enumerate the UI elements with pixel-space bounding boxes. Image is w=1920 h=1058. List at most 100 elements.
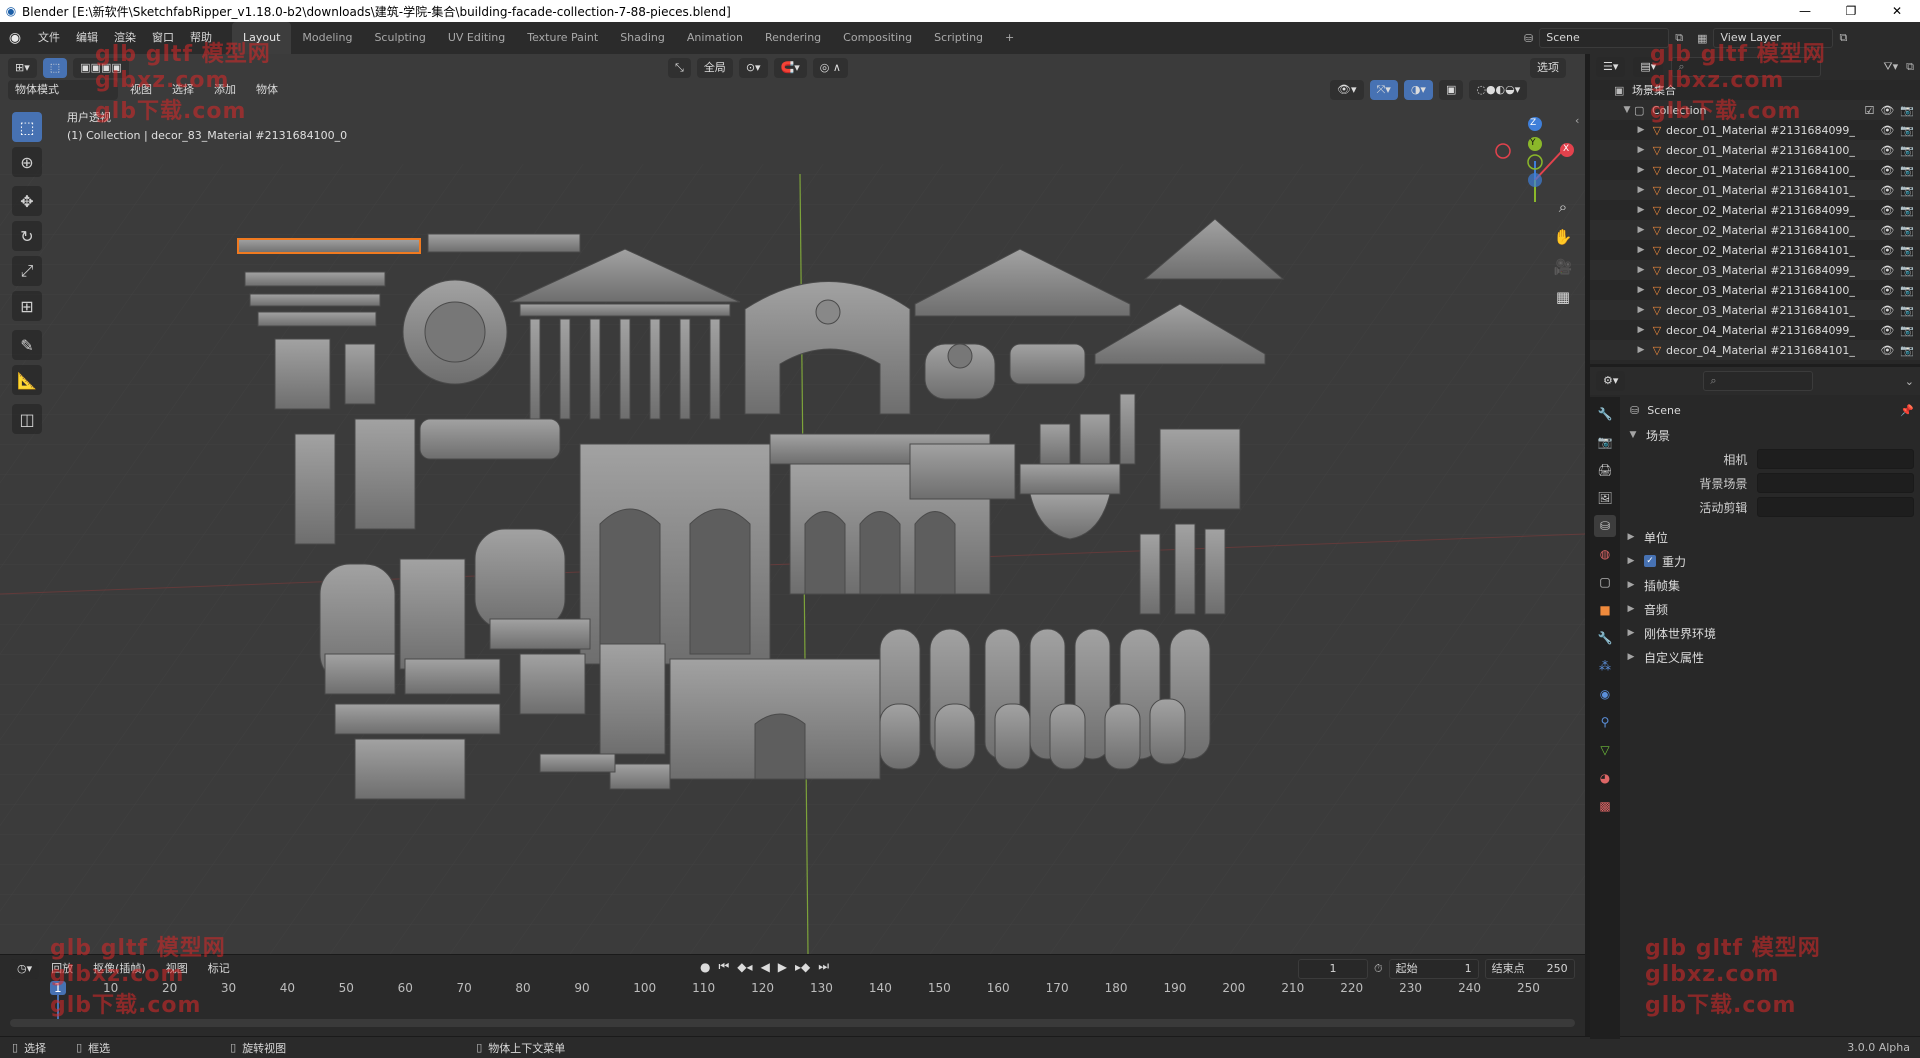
transform-tool-icon[interactable]: ⊞ xyxy=(12,291,42,321)
eye-icon[interactable]: 👁 xyxy=(1880,304,1894,317)
menu-help[interactable]: 帮助 xyxy=(182,22,220,54)
maximize-button[interactable]: ❐ xyxy=(1828,0,1874,22)
xray-icon[interactable]: ▣ xyxy=(1438,80,1464,100)
neg-x-axis-dot[interactable] xyxy=(1495,143,1511,159)
tab-sculpting[interactable]: Sculpting xyxy=(363,22,436,54)
scene-collection-label[interactable]: 场景集合 xyxy=(1632,82,1676,98)
property-panel[interactable]: ▶ 单位 xyxy=(1624,525,1914,549)
new-collection-icon[interactable]: ⧉ xyxy=(1906,60,1914,74)
menu-view[interactable]: 视图 xyxy=(122,80,160,100)
selection-modes-icon[interactable]: ▣▣▣▣ xyxy=(73,58,129,78)
outliner-object-row[interactable]: ▶ ▽ decor_01_Material #2131684101_ 👁 📷 xyxy=(1590,180,1920,200)
close-button[interactable]: ✕ xyxy=(1874,0,1920,22)
eye-icon[interactable]: 👁 xyxy=(1880,284,1894,297)
row-expand-icon[interactable]: ▶ xyxy=(1634,285,1648,295)
collection-expand-icon[interactable]: ▼ xyxy=(1620,105,1634,115)
row-expand-icon[interactable]: ▶ xyxy=(1634,265,1648,275)
timeline-scrollbar[interactable] xyxy=(10,1019,1575,1027)
zoom-icon[interactable]: ⌕ xyxy=(1550,194,1576,220)
panel-expand-icon[interactable]: ▶ xyxy=(1624,628,1638,638)
rotate-tool-icon[interactable]: ↻ xyxy=(12,221,42,251)
select-tool-icon[interactable]: ⬚ xyxy=(12,112,42,142)
row-expand-icon[interactable]: ▶ xyxy=(1634,145,1648,155)
options-dropdown[interactable]: 选项 xyxy=(1530,58,1566,78)
annotate-tool-icon[interactable]: ✎ xyxy=(12,330,42,360)
outliner-object-row[interactable]: ▶ ▽ decor_01_Material #2131684100_ 👁 📷 xyxy=(1590,140,1920,160)
tool-tab-icon[interactable]: 🔧 xyxy=(1594,403,1616,425)
panel-expand-icon[interactable]: ▶ xyxy=(1624,652,1638,662)
menu-object[interactable]: 物体 xyxy=(248,80,286,100)
selected-cornice[interactable] xyxy=(237,238,421,254)
camera-icon[interactable]: 📷 xyxy=(1900,304,1914,317)
outliner-object-row[interactable]: ▶ ▽ decor_04_Material #2131684101_ 👁 📷 xyxy=(1590,340,1920,360)
sidebar-collapse-icon[interactable]: ‹ xyxy=(1575,114,1579,127)
select-mode-icon[interactable]: ⬚ xyxy=(42,58,68,78)
panel-expand-icon[interactable]: ▶ xyxy=(1624,532,1638,542)
row-expand-icon[interactable]: ▶ xyxy=(1634,165,1648,175)
property-field[interactable] xyxy=(1757,449,1914,469)
camera-view-icon[interactable]: 🎥 xyxy=(1550,254,1576,280)
overlay-toggle-icon[interactable]: ◑▾ xyxy=(1403,80,1433,100)
particles-tab-icon[interactable]: ⁂ xyxy=(1594,655,1616,677)
tab-scripting[interactable]: Scripting xyxy=(923,22,994,54)
camera-icon[interactable]: 📷 xyxy=(1900,324,1914,337)
playhead-line[interactable] xyxy=(57,995,59,1019)
collection-tab-icon[interactable]: ▢ xyxy=(1594,571,1616,593)
property-field[interactable] xyxy=(1757,473,1914,493)
property-field[interactable] xyxy=(1757,497,1914,517)
filter-icon[interactable]: ⛛▾ xyxy=(1883,60,1898,74)
eye-icon[interactable]: 👁 xyxy=(1880,144,1894,157)
collection-label[interactable]: Collection xyxy=(1652,104,1706,117)
output-tab-icon[interactable]: 🖨 xyxy=(1594,459,1616,481)
property-panel[interactable]: ▶ ✓ 重力 xyxy=(1624,549,1914,573)
properties-search-icon[interactable]: ⌕ xyxy=(1703,371,1814,391)
material-tab-icon[interactable]: ◕ xyxy=(1594,767,1616,789)
panel-expand-icon[interactable]: ▶ xyxy=(1624,604,1638,614)
tab-uv-editing[interactable]: UV Editing xyxy=(437,22,516,54)
measure-tool-icon[interactable]: 📐 xyxy=(12,365,42,395)
row-expand-icon[interactable]: ▶ xyxy=(1634,185,1648,195)
tab-rendering[interactable]: Rendering xyxy=(754,22,832,54)
minimize-button[interactable]: — xyxy=(1782,0,1828,22)
outliner-object-row[interactable]: ▶ ▽ decor_02_Material #2131684100_ 👁 📷 xyxy=(1590,220,1920,240)
camera-icon[interactable]: 📷 xyxy=(1900,344,1914,357)
eye-icon[interactable]: 👁 xyxy=(1880,184,1894,197)
tab-shading[interactable]: Shading xyxy=(609,22,676,54)
menu-select[interactable]: 选择 xyxy=(164,80,202,100)
move-tool-icon[interactable]: ✥ xyxy=(12,186,42,216)
visibility-icon[interactable]: 👁▾ xyxy=(1330,80,1364,100)
row-expand-icon[interactable]: ▶ xyxy=(1634,125,1648,135)
cursor-tool-icon[interactable]: ⊕ xyxy=(12,147,42,177)
ortho-grid-icon[interactable]: ▦ xyxy=(1550,284,1576,310)
row-expand-icon[interactable]: ▶ xyxy=(1634,225,1648,235)
properties-options-icon[interactable]: ⌄ xyxy=(1905,375,1914,388)
outliner-object-row[interactable]: ▶ ▽ decor_02_Material #2131684101_ 👁 📷 xyxy=(1590,240,1920,260)
eye-icon[interactable]: 👁 xyxy=(1880,204,1894,217)
data-tab-icon[interactable]: ▽ xyxy=(1594,739,1616,761)
pan-hand-icon[interactable]: ✋ xyxy=(1550,224,1576,250)
properties-editor-icon[interactable]: ⚙▾ xyxy=(1596,371,1626,391)
outliner-editor-icon[interactable]: ☰▾ xyxy=(1596,57,1626,77)
constraints-tab-icon[interactable]: ⚲ xyxy=(1594,711,1616,733)
menu-add[interactable]: 添加 xyxy=(206,80,244,100)
eye-icon[interactable]: 👁 xyxy=(1880,244,1894,257)
menu-window[interactable]: 窗口 xyxy=(144,22,182,54)
tab-compositing[interactable]: Compositing xyxy=(832,22,923,54)
camera-icon[interactable]: 📷 xyxy=(1900,124,1914,137)
menu-file[interactable]: 文件 xyxy=(30,22,68,54)
physics-tab-icon[interactable]: ◉ xyxy=(1594,683,1616,705)
outliner-object-row[interactable]: ▶ ▽ decor_03_Material #2131684099_ 👁 📷 xyxy=(1590,260,1920,280)
exclude-checkbox-icon[interactable]: ☑ xyxy=(1864,104,1874,117)
camera-icon[interactable]: 📷 xyxy=(1900,104,1914,117)
camera-icon[interactable]: 📷 xyxy=(1900,204,1914,217)
eye-icon[interactable]: 👁 xyxy=(1880,224,1894,237)
proportional-edit-icon[interactable]: ◎ ∧ xyxy=(812,58,848,78)
property-panel[interactable]: ▶ 自定义属性 xyxy=(1624,645,1914,669)
object-tab-icon[interactable]: ■ xyxy=(1594,599,1616,621)
row-expand-icon[interactable]: ▶ xyxy=(1634,245,1648,255)
editor-type-icon[interactable]: ⊞▾ xyxy=(8,58,37,78)
3d-viewport[interactable]: Z Y X ⊞▾ ⬚ ▣▣▣▣ ⤡ 全局 ⊙▾ 🧲▾ ◎ ∧ 选项 物体模式 视… xyxy=(0,54,1585,954)
panel-expand-icon[interactable]: ▶ xyxy=(1624,580,1638,590)
outliner-object-row[interactable]: ▶ ▽ decor_01_Material #2131684100_ 👁 📷 xyxy=(1590,160,1920,180)
eye-icon[interactable]: 👁 xyxy=(1880,264,1894,277)
